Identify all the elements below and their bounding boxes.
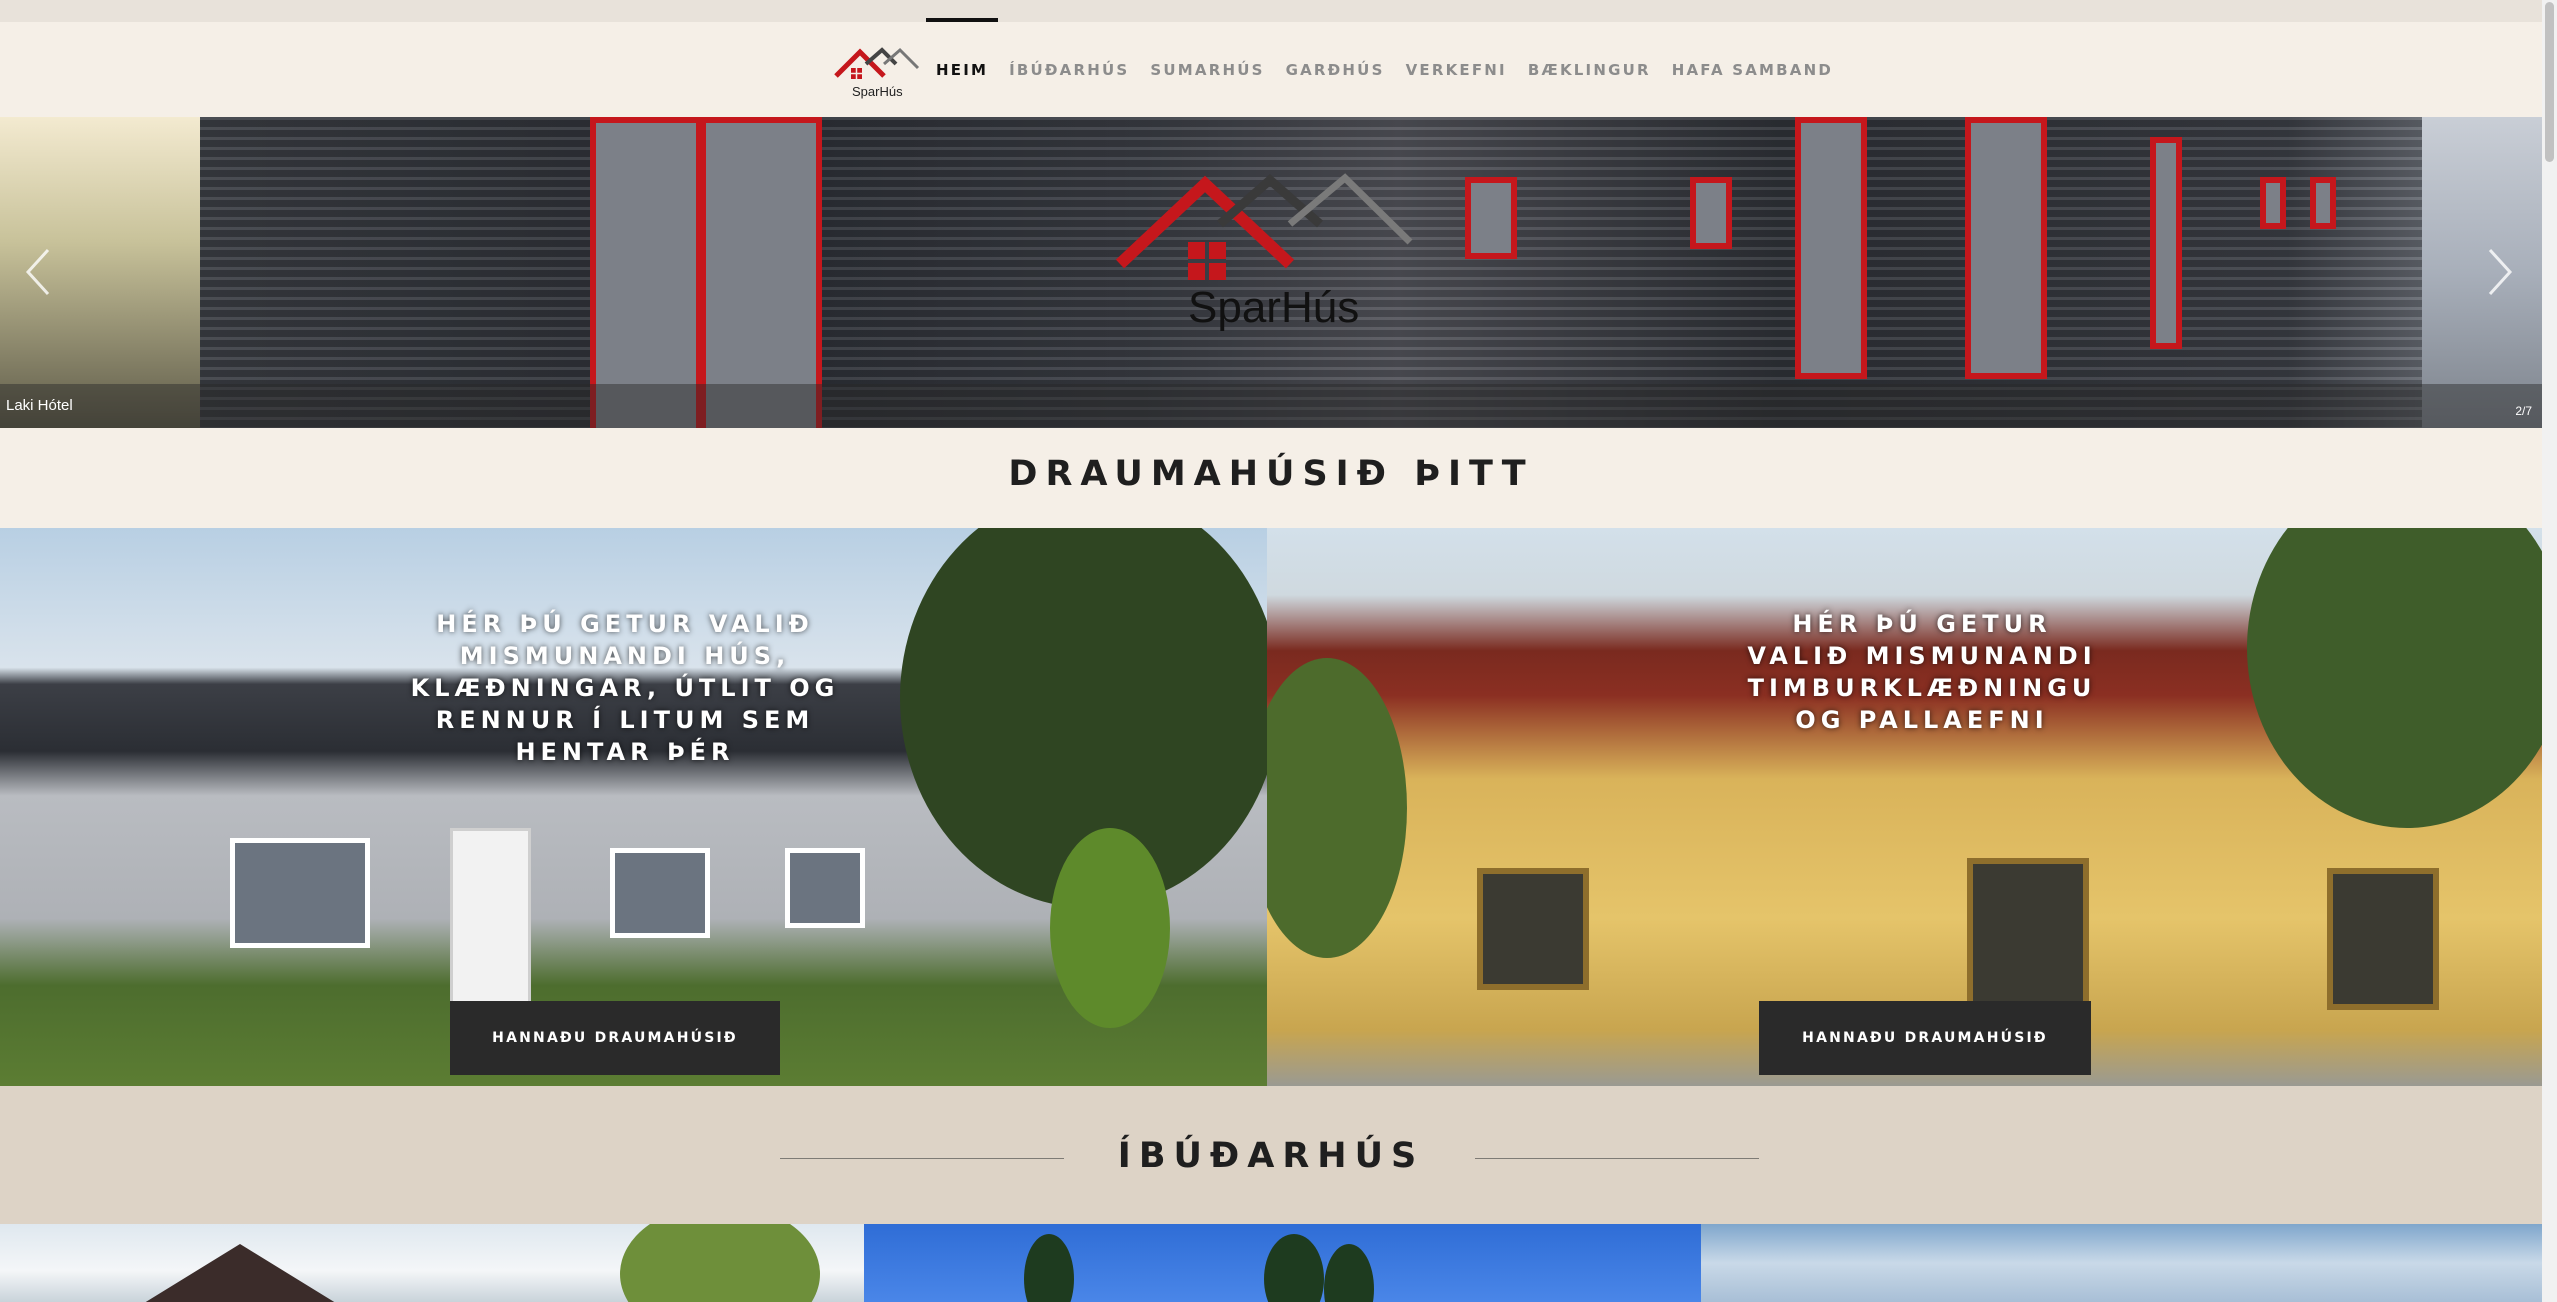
hero-window [1690,177,1732,249]
panel-text: HÉR ÞÚ GETUR VALIÐ MISMUNANDI TIMBURKLÆÐ… [1747,610,2097,734]
house-window [1967,858,2089,1020]
house-window [785,848,865,928]
house-window [1477,868,1589,990]
house-window [2327,868,2439,1010]
design-dream-house-button[interactable]: HANNAÐU DRAUMAHÚSIÐ [1759,1001,2091,1075]
panel-text: HÉR ÞÚ GETUR VALIÐ MISMUNANDI HÚS, KLÆÐN… [410,610,840,766]
page-scrollbar[interactable] [2542,0,2557,1302]
hero-sparhus-logo: SparHús [1115,173,1413,332]
chevron-right-icon[interactable] [2480,242,2520,302]
hero-window [2310,177,2336,229]
tree-image [1024,1234,1074,1302]
house-window [610,848,710,938]
design-dream-house-button[interactable]: HANNAÐU DRAUMAHÚSIÐ [450,1001,780,1075]
svg-text:SparHús: SparHús [852,84,903,99]
tree-image [2247,528,2542,828]
house-window [230,838,370,948]
house-door [450,828,531,1004]
house-roof [110,1244,370,1302]
slide-caption: Laki Hótel [6,397,73,414]
gallery-item[interactable] [864,1224,1701,1302]
panel-grey-house: HÉR ÞÚ GETUR VALIÐ MISMUNANDI HÚS, KLÆÐN… [0,528,1267,1086]
gallery-item[interactable] [1701,1224,2542,1302]
ibudarhus-gallery [0,1224,2542,1302]
main-nav: HEIM ÍBÚÐARHÚS SUMARHÚS GARÐHÚS VERKEFNI… [925,17,1854,117]
hero-slideshow: SparHús Laki Hótel 2/7 [0,117,2542,428]
nav-item-gardhus[interactable]: GARÐHÚS [1286,61,1385,79]
tree-image [1264,1234,1324,1302]
tree-image [620,1224,820,1302]
panel-log-house: HÉR ÞÚ GETUR VALIÐ MISMUNANDI TIMBURKLÆÐ… [1267,528,2542,1086]
section-title: ÍBÚÐARHÚS [1117,1136,1425,1176]
chevron-left-icon[interactable] [18,242,58,302]
tree-image [1324,1244,1374,1302]
nav-item-hafa-samband[interactable]: HAFA SAMBAND [1672,61,1833,79]
hero-window [2150,137,2182,349]
scrollbar-thumb[interactable] [2545,2,2554,162]
gallery-item[interactable] [0,1224,864,1302]
hero-window [1965,117,2047,379]
hero-window [1795,117,1867,379]
tree-image [1267,658,1407,958]
nav-item-ibudarhus[interactable]: ÍBÚÐARHÚS [1009,61,1129,79]
nav-item-verkefni[interactable]: VERKEFNI [1406,61,1507,79]
sparhus-logo[interactable]: SparHús [832,44,922,116]
section-title: DRAUMAHÚSIÐ ÞITT [1008,454,1534,494]
hero-window [700,117,822,428]
hero-window [2260,177,2286,229]
hero-caption-bar [0,384,2542,428]
hero-window [590,117,702,428]
hero-window [1465,177,1517,259]
ibudarhus-section-header: ÍBÚÐARHÚS [0,1086,2542,1224]
top-strip [0,0,2557,22]
site-header: SparHús HEIM ÍBÚÐARHÚS SUMARHÚS GARÐHÚS … [0,17,2557,117]
tree-image [1050,828,1170,1028]
nav-item-baeklingur[interactable]: BÆKLINGUR [1528,61,1651,79]
dreamhouse-section-header: DRAUMAHÚSIÐ ÞITT [0,428,2542,528]
nav-item-heim[interactable]: HEIM [925,17,999,79]
nav-item-sumarhus[interactable]: SUMARHÚS [1150,61,1264,79]
slide-counter: 2/7 [2515,404,2532,418]
svg-text:SparHús: SparHús [1188,283,1359,332]
